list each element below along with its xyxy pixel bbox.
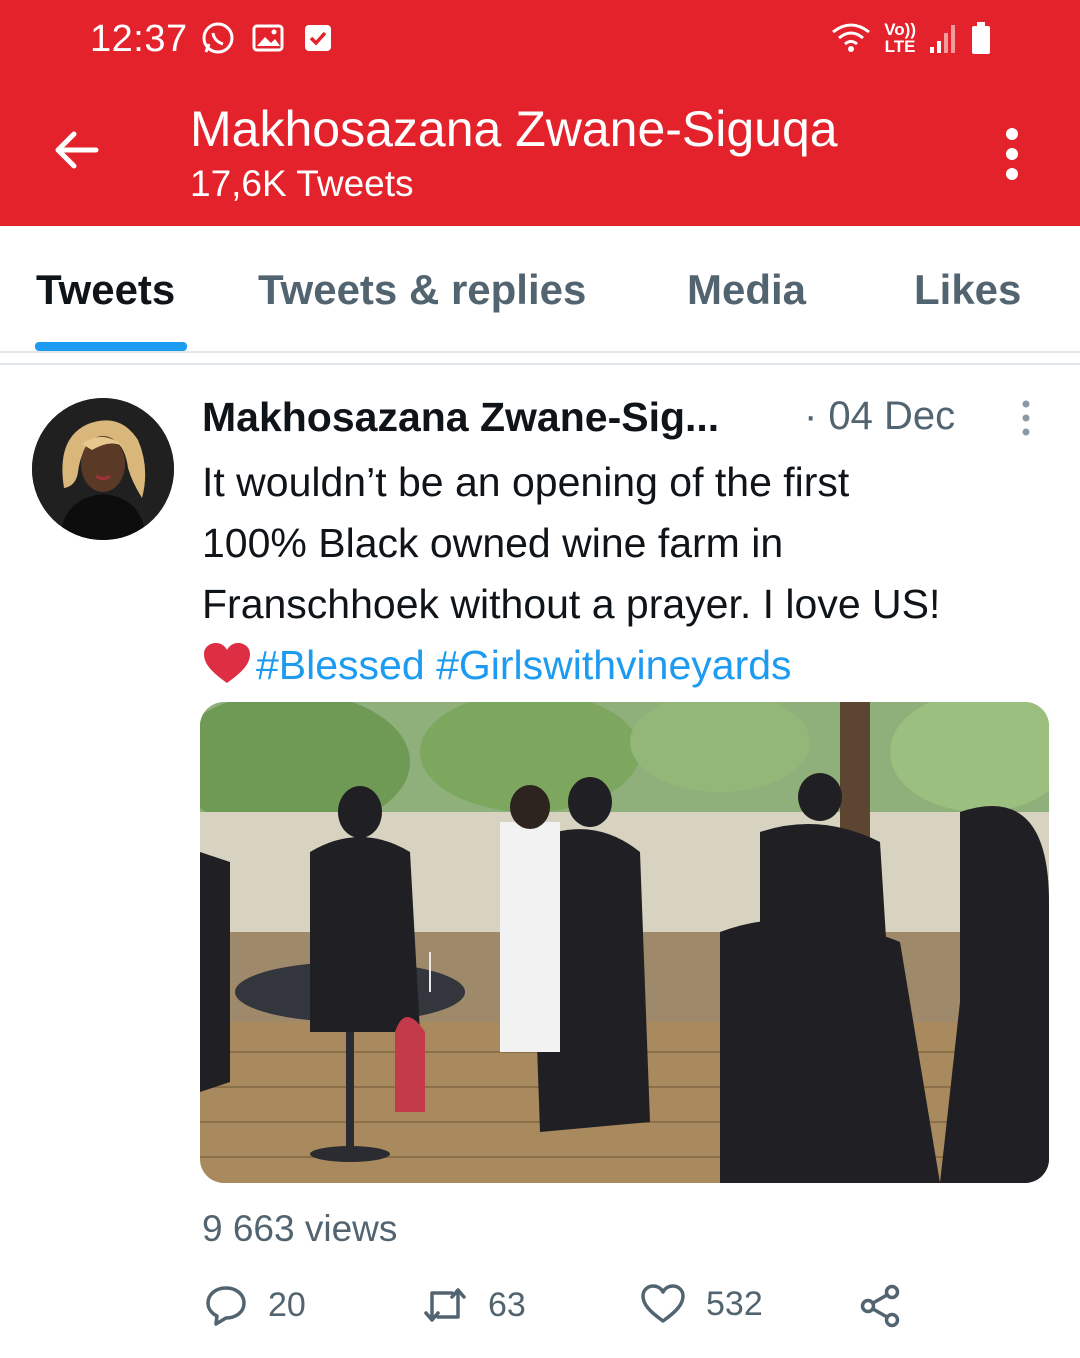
- tweet-date[interactable]: · 04 Dec: [804, 394, 955, 439]
- tweet-text: It wouldn’t be an opening of the first 1…: [202, 452, 1062, 696]
- status-notification-icons: [200, 20, 336, 56]
- tweet-more-icon[interactable]: [1014, 398, 1038, 438]
- share-button[interactable]: [858, 1283, 904, 1329]
- like-button[interactable]: 532: [640, 1283, 763, 1325]
- share-icon: [860, 1284, 900, 1328]
- whatsapp-icon: [202, 22, 234, 54]
- reply-icon: [206, 1286, 246, 1326]
- like-count: 532: [706, 1284, 763, 1323]
- heart-icon: [641, 1284, 685, 1323]
- wine-farm-photo: [200, 702, 1049, 1183]
- tab-tweets[interactable]: Tweets: [36, 266, 175, 314]
- checkbox-icon: [305, 25, 331, 51]
- tab-media[interactable]: Media: [687, 266, 806, 314]
- tweet-text-line: 100% Black owned wine farm in: [202, 520, 784, 566]
- timeline-divider: [0, 363, 1080, 365]
- network-label: Vo)) LTE: [884, 21, 916, 55]
- battery-icon: [972, 22, 990, 54]
- tab-likes[interactable]: Likes: [914, 266, 1021, 314]
- wifi-icon: [832, 23, 871, 52]
- retweet-button[interactable]: 63: [422, 1283, 526, 1327]
- app-header: 12:37 Vo)) LTE Makhosazana Zwane-Siguqa …: [0, 0, 1080, 226]
- status-time: 12:37: [90, 18, 188, 60]
- network-label-bottom: LTE: [884, 37, 916, 56]
- status-system-icons: Vo)) LTE: [830, 20, 992, 56]
- active-tab-indicator: [35, 342, 187, 351]
- back-arrow-icon[interactable]: [48, 122, 104, 178]
- reply-button[interactable]: 20: [204, 1283, 306, 1327]
- gallery-icon: [252, 24, 284, 52]
- retweet-icon: [424, 1288, 466, 1322]
- profile-tabs: Tweets Tweets & replies Media Likes: [0, 226, 1080, 352]
- tweet-text-line: Franschhoek without a prayer. I love US!: [202, 581, 941, 627]
- tweet-author[interactable]: Makhosazana Zwane-Sig...: [202, 394, 719, 441]
- red-heart-icon: [204, 643, 250, 683]
- tweet-count: 17,6K Tweets: [190, 163, 414, 204]
- more-options-icon[interactable]: [996, 126, 1028, 182]
- tweet-media-photo[interactable]: [200, 702, 1049, 1183]
- tab-tweets-and-replies[interactable]: Tweets & replies: [258, 266, 586, 314]
- retweet-count: 63: [488, 1285, 526, 1324]
- avatar-image: [32, 398, 174, 540]
- profile-title: Makhosazana Zwane-Siguqa: [190, 101, 838, 157]
- network-label-top: Vo)): [884, 20, 916, 39]
- view-count: 9 663 views: [202, 1208, 398, 1249]
- signal-icon: [930, 25, 955, 53]
- hashtag-girlswithvineyards[interactable]: #Girlswithvineyards: [436, 642, 791, 688]
- hashtag-blessed[interactable]: #Blessed: [256, 642, 425, 688]
- tweet-hashtag-line: #Blessed #Girlswithvineyards: [202, 635, 1062, 696]
- tabs-divider: [0, 351, 1080, 353]
- tweet-text-line: It wouldn’t be an opening of the first: [202, 459, 850, 505]
- reply-count: 20: [268, 1285, 306, 1324]
- avatar[interactable]: [32, 398, 174, 540]
